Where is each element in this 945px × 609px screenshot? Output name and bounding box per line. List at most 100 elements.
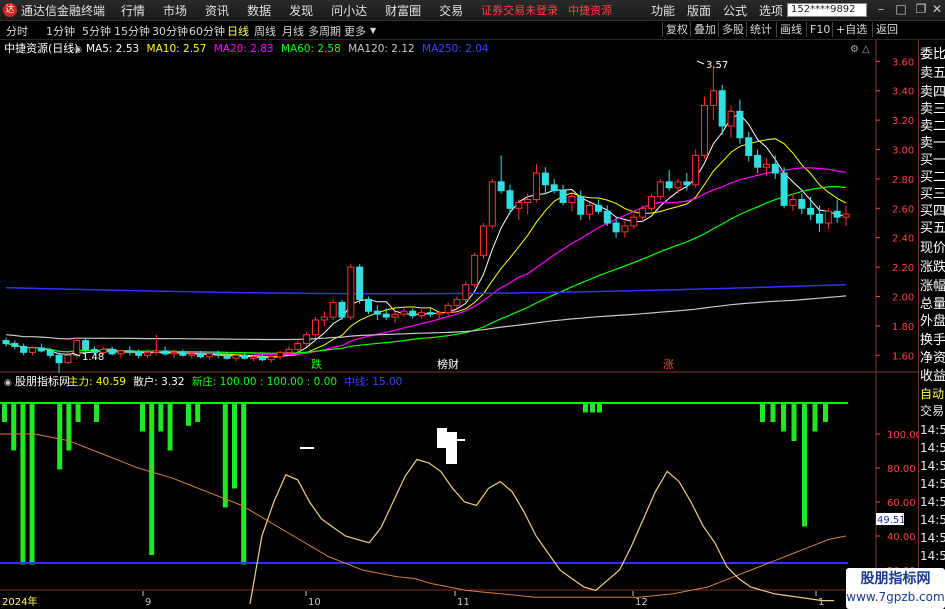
back-button[interactable]: 返回: [872, 22, 901, 37]
candle-body: [550, 184, 558, 192]
dropdown-arrow-icon[interactable]: ▼: [370, 26, 376, 35]
indicator-block: [437, 428, 447, 448]
price-tick-label: 1.60: [892, 351, 914, 362]
period-tab[interactable]: 分时: [6, 23, 28, 39]
candle-body: [197, 353, 205, 358]
period-tab[interactable]: 周线: [254, 23, 276, 39]
adjust-button[interactable]: 复权: [662, 22, 691, 37]
high-price-label: 3.57: [706, 60, 728, 71]
event-report-marker[interactable]: 榜财: [437, 357, 459, 371]
candle-body: [833, 210, 841, 218]
indicator-bar: [222, 403, 228, 508]
indicator-toggle-icon[interactable]: ◉: [4, 378, 12, 388]
tool-layout[interactable]: 版面: [687, 2, 711, 19]
candle-body: [64, 354, 72, 364]
menu-discover[interactable]: 发现: [289, 2, 313, 19]
period-tab[interactable]: 月线: [282, 23, 304, 39]
sidebar-label[interactable]: 委比: [920, 45, 945, 65]
sidebar-label[interactable]: 卖五: [920, 64, 945, 84]
collapse-icon[interactable]: △: [862, 44, 870, 55]
f10-button[interactable]: F10: [806, 22, 833, 37]
ma-line: [5, 167, 847, 356]
event-down-marker[interactable]: 跌: [311, 357, 322, 371]
sidebar-label[interactable]: 现价: [920, 239, 945, 259]
menu-market[interactable]: 市场: [163, 2, 187, 19]
candle-body: [736, 110, 744, 139]
sidebar-label[interactable]: 涨跌: [920, 258, 945, 278]
candle-body: [533, 172, 541, 201]
candle-body: [603, 210, 611, 224]
watermark-url: www.7gpzb.com: [846, 590, 945, 604]
period-tab[interactable]: 1分钟: [46, 23, 75, 39]
indicator-bar: [241, 403, 247, 565]
trade-label[interactable]: 交易: [920, 401, 945, 421]
candle-body: [223, 354, 231, 359]
candle-body: [524, 199, 532, 203]
user-account-field[interactable]: 152****9892: [787, 3, 867, 17]
menu-news[interactable]: 资讯: [205, 2, 229, 19]
indicator-values: 主力: 40.59 散户: 3.32 新庄: 100.00 : 100.00 :…: [68, 375, 402, 388]
minimize-icon[interactable]: –: [873, 2, 889, 16]
multi-stock-button[interactable]: 多股: [718, 22, 747, 37]
price-tick-label: 3.60: [892, 57, 914, 68]
new-dealer-label: 新庄: 100.00 : 100.00 : 0.00: [192, 375, 337, 388]
period-tab-active[interactable]: 日线: [227, 23, 249, 39]
candle-body: [515, 201, 523, 209]
menu-data[interactable]: 数据: [247, 2, 271, 19]
ma60-label: MA60: 2.58: [281, 43, 341, 55]
period-more[interactable]: 更多: [344, 23, 366, 39]
period-tab[interactable]: 5分钟: [82, 23, 111, 39]
menu-wealth[interactable]: 财富圈: [385, 2, 421, 19]
sidebar-label[interactable]: 涨幅: [920, 277, 945, 297]
login-warning[interactable]: 证券交易未登录: [481, 2, 558, 18]
candle-body: [73, 340, 81, 356]
legend-toggle-icon[interactable]: ◉: [74, 45, 82, 55]
maximize-icon[interactable]: □: [893, 2, 909, 16]
tool-function[interactable]: 功能: [651, 2, 675, 19]
sidebar-label[interactable]: 买五: [920, 219, 945, 239]
period-tab[interactable]: 60分钟: [189, 23, 225, 39]
tool-formula[interactable]: 公式: [723, 2, 747, 19]
settings-icon[interactable]: ⚙: [850, 44, 859, 55]
sidebar-label[interactable]: 净资: [920, 349, 945, 369]
period-tab[interactable]: 15分钟: [114, 23, 150, 39]
indicator-bar: [232, 403, 237, 489]
indicator-bar: [29, 403, 35, 565]
ma250-label: MA250: 2.04: [422, 43, 489, 55]
menu-ask[interactable]: 问小达: [331, 2, 367, 19]
candle-body: [126, 350, 134, 353]
period-tab[interactable]: 30分钟: [152, 23, 188, 39]
candle-body: [780, 172, 788, 206]
close-icon[interactable]: ✕: [929, 2, 945, 16]
candle-body: [55, 354, 63, 364]
sidebar-label[interactable]: 换手: [920, 331, 945, 351]
sidebar-label[interactable]: 外盘: [920, 312, 945, 332]
add-watchlist-button[interactable]: +自选: [832, 22, 870, 37]
period-tab[interactable]: 多周期: [308, 23, 341, 39]
tool-options[interactable]: 选项: [759, 2, 783, 19]
restore-icon[interactable]: ❐: [913, 2, 929, 16]
candle-body: [630, 216, 638, 227]
ma-legend: MA5: 2.53 MA10: 2.57 MA20: 2.83 MA60: 2.…: [86, 43, 489, 55]
menu-trade[interactable]: 交易: [439, 2, 463, 19]
menu-quotes[interactable]: 行情: [121, 2, 145, 19]
event-up-marker[interactable]: 涨: [663, 358, 674, 371]
indicator-green-bars: [2, 403, 828, 565]
candle-body: [152, 350, 160, 353]
stats-button[interactable]: 统计: [746, 22, 775, 37]
candle-body: [11, 343, 19, 347]
candle-body: [46, 350, 54, 356]
candle-body: [400, 310, 408, 315]
overlay-button[interactable]: 叠加: [690, 22, 719, 37]
draw-button[interactable]: 画线: [776, 22, 805, 37]
candle-body: [692, 154, 700, 186]
tick-time: 14:56: [920, 441, 945, 455]
indicator-legend: ◉ 股朋指标网 主力: 40.59 散户: 3.32 新庄: 100.00 : …: [4, 374, 402, 388]
candle-body: [311, 319, 319, 336]
tick-time: 14:56: [920, 477, 945, 491]
candle-body: [824, 210, 832, 224]
candle-body: [771, 163, 779, 174]
indicator-bar: [158, 403, 164, 432]
kline-chart[interactable]: 中捷资源(日线) ◉ MA5: 2.53 MA10: 2.57 MA20: 2.…: [0, 40, 918, 609]
tick-time: 14:56: [920, 495, 945, 509]
